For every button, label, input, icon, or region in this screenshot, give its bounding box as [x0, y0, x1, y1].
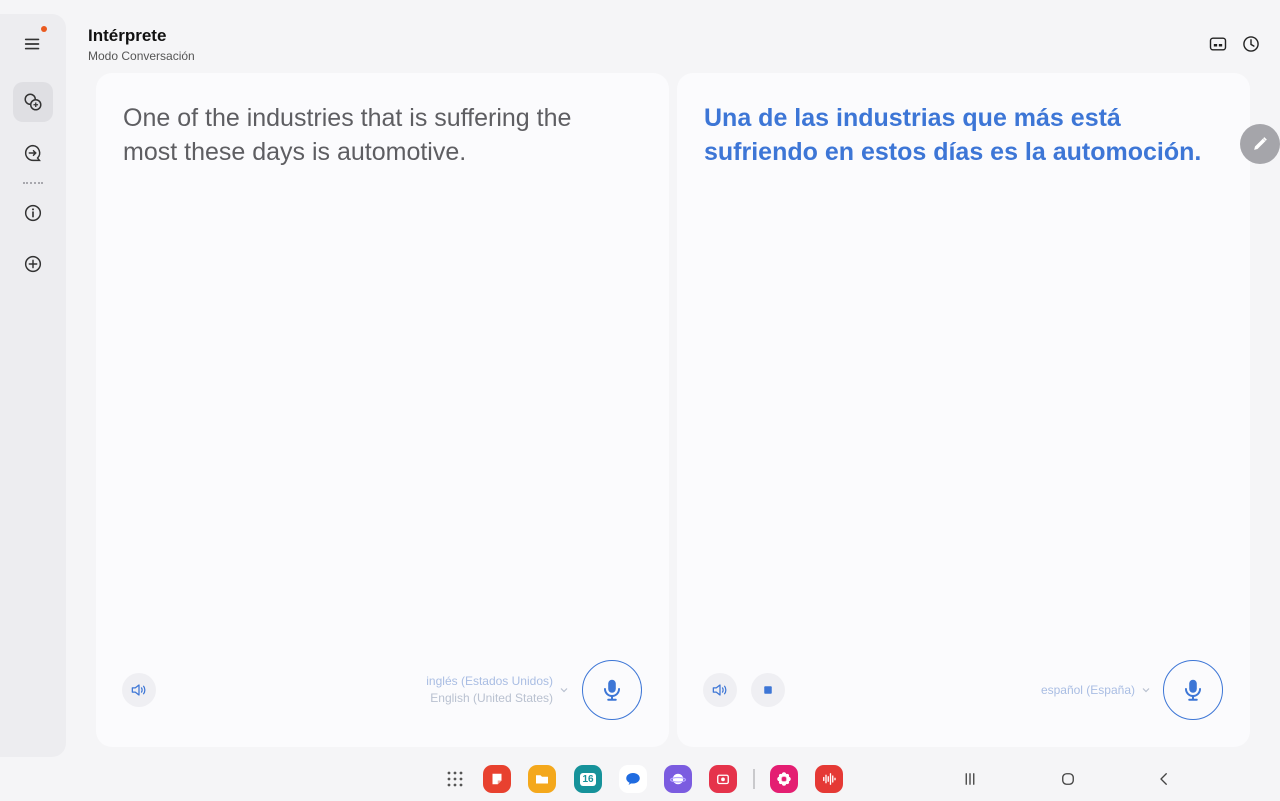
calendar-app-icon[interactable]: 16	[574, 765, 602, 793]
microphone-icon	[1184, 679, 1202, 701]
voice-recorder-app-icon[interactable]	[815, 765, 843, 793]
sidebar-item-conversation[interactable]	[13, 82, 53, 122]
notes-glyph-icon	[492, 773, 502, 785]
target-language-selector[interactable]: español (España)	[935, 682, 1135, 699]
pencil-icon	[1254, 137, 1267, 150]
home-icon	[1062, 773, 1074, 785]
recent-apps-button[interactable]	[959, 768, 981, 790]
chevron-down-icon	[560, 688, 568, 693]
stop-playback-button[interactable]	[751, 673, 785, 707]
menu-icon	[24, 38, 40, 50]
source-text: One of the industries that is suffering …	[123, 104, 572, 166]
translation-panel: Una de las industrias que más está sufri…	[677, 73, 1250, 747]
translated-text: Una de las industrias que más está sufri…	[704, 104, 1202, 166]
split-screen-icon	[1209, 37, 1227, 51]
chevron-down-icon	[1142, 688, 1150, 693]
files-app-icon[interactable]	[528, 765, 556, 793]
edit-button[interactable]	[1240, 124, 1280, 164]
history-icon	[1243, 36, 1259, 52]
calendar-day-label: 16	[580, 772, 596, 786]
flower-icon	[777, 772, 791, 786]
info-icon	[24, 204, 42, 222]
sidebar-item-info[interactable]	[13, 193, 53, 233]
sidebar-item-add[interactable]	[13, 244, 53, 284]
chat-arrow-icon	[25, 144, 41, 162]
source-language-sublabel: English (United States)	[430, 691, 553, 705]
notes-app-icon[interactable]	[483, 765, 511, 793]
source-mic-button[interactable]	[582, 660, 642, 720]
planet-icon	[669, 773, 687, 785]
history-button[interactable]	[1240, 33, 1262, 55]
source-language-selector[interactable]: inglés (Estados Unidos) English (United …	[353, 673, 553, 707]
back-icon	[1160, 773, 1167, 785]
stop-icon	[764, 686, 772, 694]
sidebar-item-chat[interactable]	[13, 133, 53, 173]
screen-recorder-app-icon[interactable]	[709, 765, 737, 793]
source-speaker-button[interactable]	[122, 673, 156, 707]
speaker-icon	[712, 684, 727, 696]
taskbar-separator	[753, 769, 755, 789]
camera-icon	[717, 774, 729, 785]
flower-app-icon[interactable]	[770, 765, 798, 793]
speaker-icon	[131, 684, 146, 696]
split-screen-button[interactable]	[1207, 33, 1229, 55]
folder-icon	[536, 775, 548, 784]
app-drawer-icon[interactable]	[445, 769, 465, 789]
waveform-icon	[823, 773, 836, 785]
page-title: Intérprete	[88, 26, 167, 45]
conversation-icon	[24, 93, 42, 111]
target-mic-button[interactable]	[1163, 660, 1223, 720]
back-button[interactable]	[1153, 768, 1175, 790]
target-language-label: español (España)	[1040, 683, 1135, 697]
sidebar	[0, 14, 66, 757]
recent-apps-icon	[965, 773, 975, 785]
page-subtitle: Modo Conversación	[88, 49, 195, 63]
source-panel: One of the industries that is suffering …	[96, 73, 669, 747]
notification-badge	[41, 26, 47, 32]
internet-app-icon[interactable]	[664, 765, 692, 793]
microphone-icon	[603, 679, 621, 701]
translation-speaker-button[interactable]	[703, 673, 737, 707]
add-icon	[24, 255, 42, 273]
messages-app-icon[interactable]	[619, 765, 647, 793]
source-language-label: inglés (Estados Unidos)	[426, 674, 553, 688]
sidebar-divider	[23, 182, 43, 184]
home-button[interactable]	[1057, 768, 1079, 790]
chat-bubble-icon	[626, 773, 640, 785]
menu-button[interactable]	[13, 24, 53, 64]
